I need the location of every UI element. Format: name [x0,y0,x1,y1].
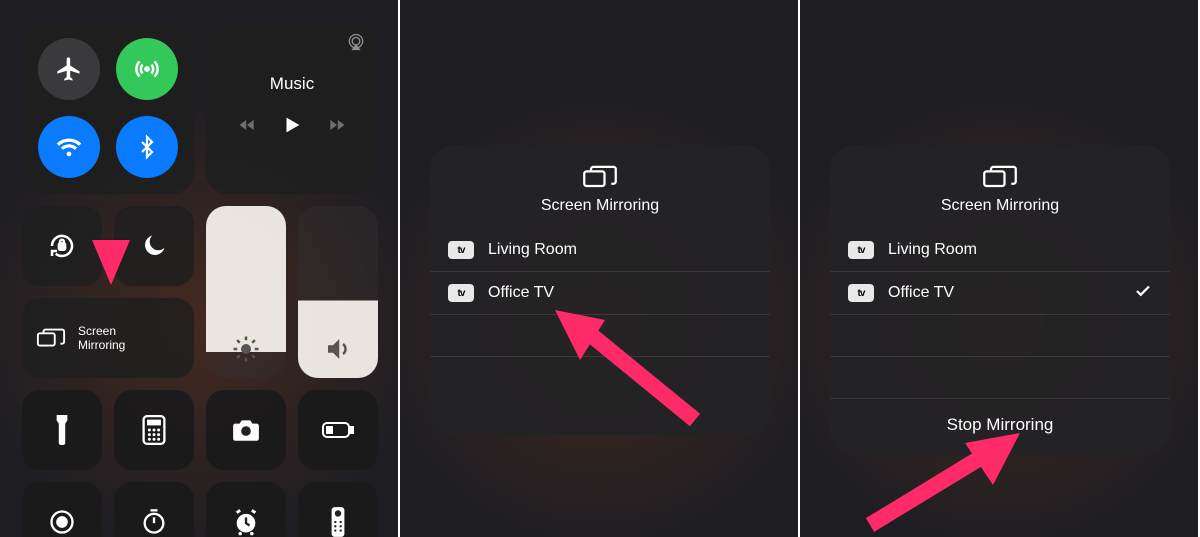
empty-row [830,315,1170,357]
prev-track-button[interactable] [235,115,259,140]
checkmark-icon [1134,282,1152,305]
screen-mirroring-icon [582,163,618,191]
modal-title: Screen Mirroring [541,197,659,215]
calculator-icon [142,415,166,445]
control-center-grid: Music [0,0,398,537]
device-name: Office TV [488,284,554,302]
panel-control-center: Music [0,0,400,537]
appletv-badge-icon: tv [848,284,874,302]
screen-record-button[interactable] [22,482,102,537]
flashlight-button[interactable] [22,390,102,470]
screen-mirroring-modal: Screen Mirroring tv Living Room tv Offic… [830,145,1170,455]
alarm-button[interactable] [206,482,286,537]
screen-mirroring-icon [36,326,66,350]
empty-row [430,315,770,357]
cellular-toggle[interactable] [116,38,178,100]
brightness-slider[interactable] [206,206,286,378]
device-name: Office TV [888,284,954,302]
volume-icon [323,334,353,364]
panel-mirroring-select: Screen Mirroring tv Living Room tv Offic… [400,0,800,537]
modal-header: Screen Mirroring [830,145,1170,229]
wifi-toggle[interactable] [38,116,100,178]
calculator-button[interactable] [114,390,194,470]
record-icon [48,508,76,536]
low-power-button[interactable] [298,390,378,470]
camera-icon [231,418,261,442]
flashlight-icon [53,415,71,445]
remote-icon [330,506,346,537]
music-controls [235,112,349,143]
battery-icon [321,421,355,439]
modal-title: Screen Mirroring [941,197,1059,215]
bluetooth-icon [135,133,159,161]
stop-mirroring-button[interactable]: Stop Mirroring [830,399,1170,451]
orientation-lock-toggle[interactable] [22,206,102,286]
screen-mirroring-modal: Screen Mirroring tv Living Room tv Offic… [430,145,770,435]
empty-row [430,357,770,399]
brightness-icon [231,334,261,364]
camera-button[interactable] [206,390,286,470]
wifi-icon [55,133,83,161]
modal-header: Screen Mirroring [430,145,770,229]
device-name: Living Room [888,241,977,259]
apple-tv-remote-button[interactable] [298,482,378,537]
airplay-icon [346,32,366,57]
music-title: Music [270,74,314,94]
music-block[interactable]: Music [206,22,378,194]
screen-mirroring-icon [982,163,1018,191]
timer-icon [140,508,168,536]
airplane-mode-toggle[interactable] [38,38,100,100]
device-row-office-tv[interactable]: tv Office TV [430,272,770,315]
appletv-badge-icon: tv [448,284,474,302]
orientation-lock-icon [47,231,77,261]
screen-mirroring-button[interactable]: Screen Mirroring [22,298,194,378]
airplane-icon [55,55,83,83]
device-row-living-room[interactable]: tv Living Room [830,229,1170,272]
appletv-badge-icon: tv [848,241,874,259]
device-name: Living Room [488,241,577,259]
bluetooth-toggle[interactable] [116,116,178,178]
empty-row [830,357,1170,399]
screen-mirroring-label: Screen Mirroring [78,324,125,352]
next-track-button[interactable] [325,115,349,140]
connectivity-block [22,22,194,194]
device-row-office-tv[interactable]: tv Office TV [830,272,1170,315]
cellular-icon [132,54,162,84]
moon-icon [140,232,168,260]
panel-mirroring-stop: Screen Mirroring tv Living Room tv Offic… [800,0,1200,537]
device-row-living-room[interactable]: tv Living Room [430,229,770,272]
do-not-disturb-toggle[interactable] [114,206,194,286]
alarm-icon [232,508,260,536]
appletv-badge-icon: tv [448,241,474,259]
play-button[interactable] [281,112,303,143]
timer-button[interactable] [114,482,194,537]
volume-slider[interactable] [298,206,378,378]
